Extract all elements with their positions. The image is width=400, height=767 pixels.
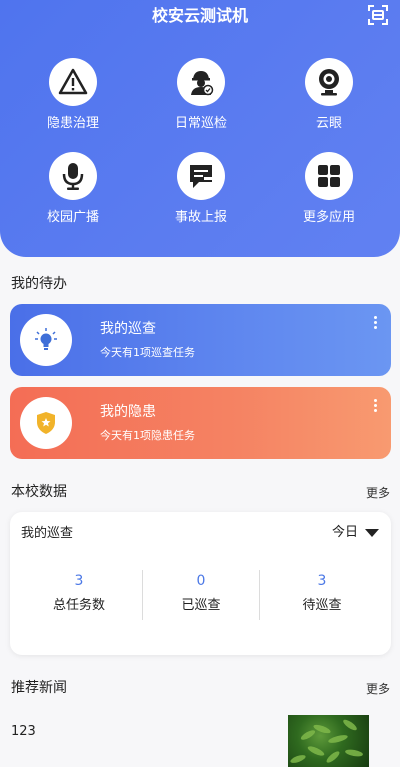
card-title: 我的巡查 bbox=[100, 321, 156, 337]
grid-label: 日常巡检 bbox=[174, 116, 227, 131]
todo-card-hazard[interactable]: 我的隐患 今天有1项隐患任务 bbox=[10, 387, 391, 459]
triangle-down-icon bbox=[365, 529, 379, 537]
date-filter-dropdown[interactable]: 今日 bbox=[332, 525, 379, 541]
stat-pending[interactable]: 3 待巡查 bbox=[263, 572, 381, 614]
grid-item-cloud-eye[interactable]: 云眼 bbox=[279, 58, 379, 132]
school-data-more-link[interactable]: 更多 bbox=[366, 485, 390, 501]
grid-label: 云眼 bbox=[315, 116, 342, 131]
report-icon bbox=[177, 152, 225, 200]
grid-item-hazard[interactable]: 隐患治理 bbox=[23, 58, 123, 132]
grid-label: 校园广播 bbox=[46, 210, 99, 225]
scan-icon[interactable] bbox=[367, 4, 389, 26]
card-subtitle: 今天有1项巡查任务 bbox=[100, 346, 195, 359]
news-item-title[interactable]: 123 bbox=[11, 724, 36, 740]
news-thumbnail[interactable] bbox=[288, 715, 369, 767]
stats-card-title: 我的巡查 bbox=[21, 526, 74, 541]
page-title: 校安云测试机 bbox=[151, 6, 248, 25]
news-more-link[interactable]: 更多 bbox=[366, 681, 390, 697]
apps-grid-icon bbox=[305, 152, 353, 200]
grid-item-inspection[interactable]: 日常巡检 bbox=[151, 58, 251, 132]
lightbulb-icon bbox=[20, 314, 72, 366]
grid-label: 更多应用 bbox=[302, 210, 355, 225]
stat-total-tasks[interactable]: 3 总任务数 bbox=[20, 572, 138, 614]
card-subtitle: 今天有1项隐患任务 bbox=[100, 429, 195, 442]
todo-section-title: 我的待办 bbox=[11, 276, 67, 292]
stat-inspected[interactable]: 0 已巡查 bbox=[142, 572, 260, 614]
divider bbox=[259, 570, 260, 620]
grid-item-broadcast[interactable]: 校园广播 bbox=[23, 152, 123, 226]
stat-label: 待巡查 bbox=[302, 598, 342, 613]
stat-value: 0 bbox=[196, 573, 206, 589]
todo-card-inspection[interactable]: 我的巡查 今天有1项巡查任务 bbox=[10, 304, 391, 376]
stat-label: 已巡查 bbox=[181, 598, 221, 613]
card-title: 我的隐患 bbox=[100, 404, 156, 420]
grid-label: 事故上报 bbox=[174, 210, 227, 225]
warning-icon bbox=[49, 58, 97, 106]
more-options-icon[interactable] bbox=[374, 399, 378, 414]
inspector-icon bbox=[177, 58, 225, 106]
more-options-icon[interactable] bbox=[374, 316, 378, 331]
inspection-stats-card: 我的巡查 今日 3 总任务数 0 已巡查 3 待巡查 bbox=[10, 512, 391, 655]
school-data-section-title: 本校数据 bbox=[11, 484, 67, 500]
camera-icon bbox=[305, 58, 353, 106]
microphone-icon bbox=[49, 152, 97, 200]
stat-value: 3 bbox=[317, 573, 327, 589]
grid-item-accident-report[interactable]: 事故上报 bbox=[151, 152, 251, 226]
shield-icon bbox=[20, 397, 72, 449]
stat-label: 总任务数 bbox=[52, 598, 105, 613]
grid-label: 隐患治理 bbox=[46, 116, 99, 131]
news-section-title: 推荐新闻 bbox=[11, 680, 67, 696]
grid-item-more-apps[interactable]: 更多应用 bbox=[279, 152, 379, 226]
stat-value: 3 bbox=[74, 573, 84, 589]
header-banner: 校安云测试机 隐患治理 日常巡检 云眼 校园广播 事故上报 更多应用 bbox=[0, 0, 400, 257]
date-filter-value: 今日 bbox=[331, 525, 358, 540]
